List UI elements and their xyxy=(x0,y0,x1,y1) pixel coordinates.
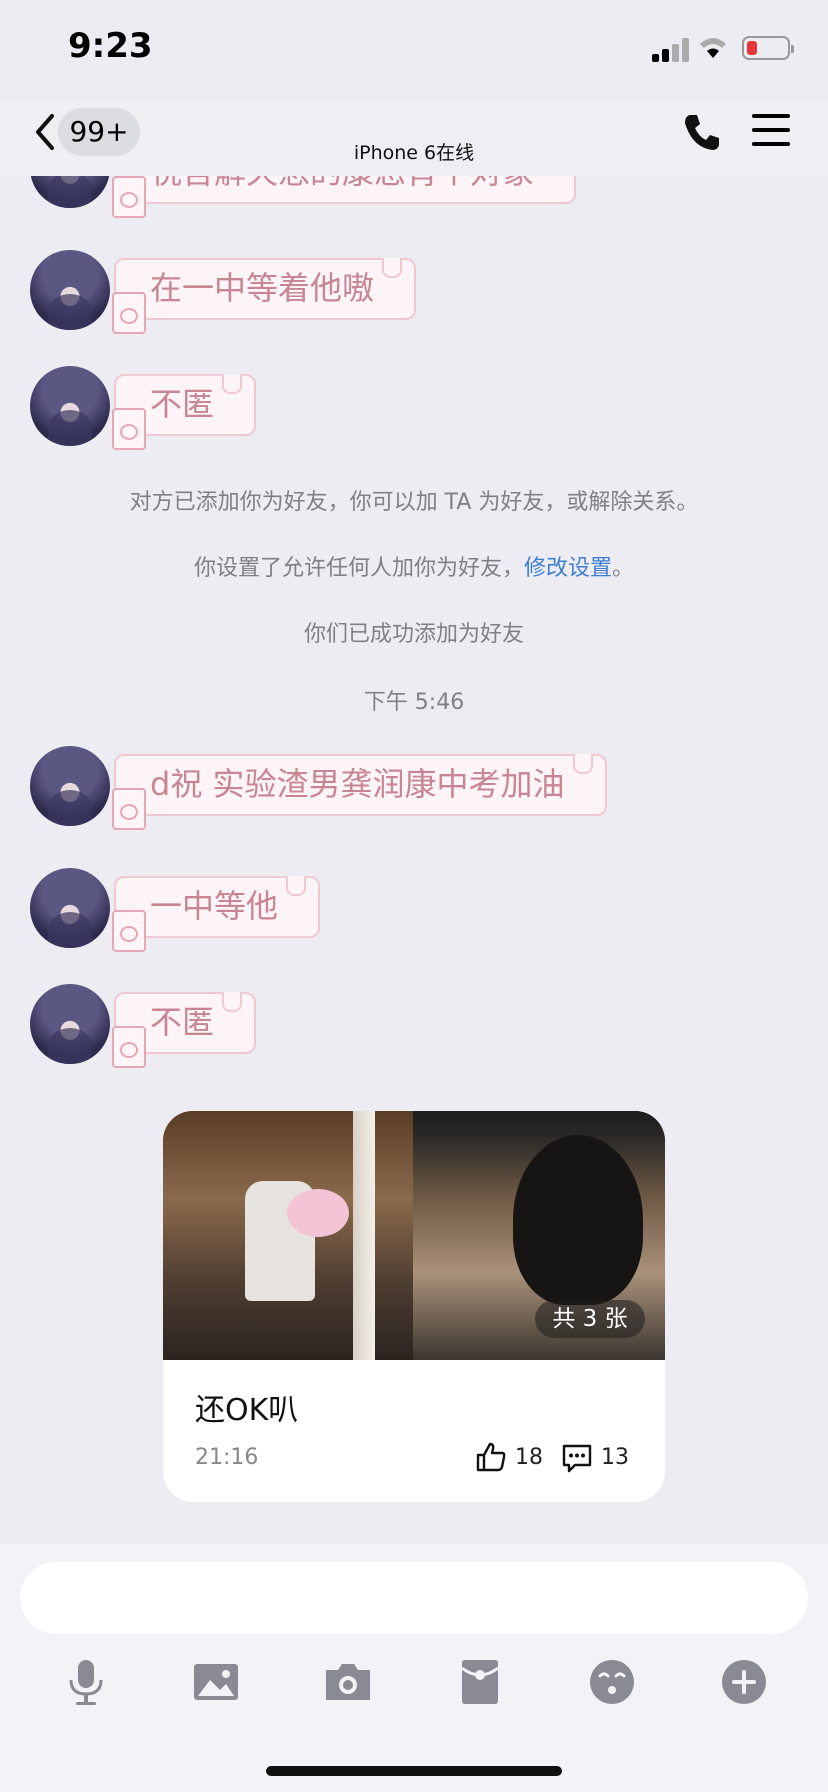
friend-success-notice: 你们已成功添加为好友 xyxy=(303,622,524,647)
thumbs-up-icon[interactable] xyxy=(475,1441,507,1473)
avatar[interactable] xyxy=(30,250,110,330)
message-bubble[interactable]: 一中等他 xyxy=(112,876,321,952)
avatar[interactable] xyxy=(30,868,110,948)
timestamp: 下午 5:46 xyxy=(363,690,465,715)
message-text: 不匿 xyxy=(150,1003,215,1041)
drip-decoration xyxy=(222,374,243,394)
post-photo xyxy=(163,1111,413,1360)
input-area xyxy=(0,1544,828,1792)
comment-icon[interactable] xyxy=(561,1443,593,1473)
milk-carton-icon xyxy=(112,176,146,218)
post-time: 21:16 xyxy=(195,1445,259,1470)
message-bubble[interactable]: 不匿 xyxy=(112,374,257,450)
message-text: d祝 实验渣男龚润康中考加油 xyxy=(150,765,565,803)
friend-added-notice: 对方已添加你为好友，你可以加 TA 为好友，或解除关系。 xyxy=(129,490,699,515)
milk-carton-icon xyxy=(112,408,146,450)
menu-icon[interactable] xyxy=(752,114,790,150)
milk-carton-icon xyxy=(112,292,146,334)
permission-notice: 你设置了允许任何人加你为好友，修改设置。 xyxy=(0,550,828,582)
message-bubble[interactable]: 不匿 xyxy=(112,992,257,1068)
message-bubble[interactable]: d祝 实验渣男龚润康中考加油 xyxy=(112,754,607,830)
message-bubble[interactable]: 在一中等着他嗷 xyxy=(112,258,417,334)
bear-sticker xyxy=(287,1189,349,1237)
drip-decoration xyxy=(222,992,243,1012)
modify-settings-link[interactable]: 修改设置 xyxy=(524,556,612,581)
post-image-preview[interactable]: 共 3 张 xyxy=(163,1111,665,1360)
message-text: 不匿 xyxy=(150,385,215,423)
milk-carton-icon xyxy=(112,910,146,952)
milk-carton-icon xyxy=(112,788,146,830)
shared-post-card[interactable]: 共 3 张 还OK叭 21:16 18 13 xyxy=(163,1111,665,1502)
red-packet-icon[interactable] xyxy=(454,1656,506,1708)
avatar[interactable] xyxy=(30,746,110,826)
drip-decoration xyxy=(286,876,307,896)
message-input[interactable] xyxy=(20,1562,808,1634)
message-text: 在一中等着他嗷 xyxy=(150,269,375,307)
comment-count: 13 xyxy=(601,1445,629,1470)
camera-icon[interactable] xyxy=(322,1656,374,1708)
drip-decoration xyxy=(572,754,593,774)
milk-carton-icon xyxy=(112,1026,146,1068)
home-indicator xyxy=(266,1766,562,1776)
like-count: 18 xyxy=(515,1445,543,1470)
image-count-badge: 共 3 张 xyxy=(535,1300,645,1338)
avatar[interactable] xyxy=(30,984,110,1064)
message-text: 一中等他 xyxy=(150,887,279,925)
message-feed[interactable]: 祝吾解天悉的康您宵个对象 在一中等着他嗷 不匿 对方已添加你为好友，你可以加 T… xyxy=(0,0,828,1530)
drip-decoration xyxy=(382,258,403,278)
permission-text: 你设置了允许任何人加你为好友， xyxy=(193,556,524,581)
emoji-icon[interactable] xyxy=(586,1656,638,1708)
microphone-icon[interactable] xyxy=(60,1656,112,1708)
chat-header: 99+ iPhone 6在线 xyxy=(0,100,828,176)
phone-icon[interactable] xyxy=(680,110,724,154)
plus-icon[interactable] xyxy=(718,1656,770,1708)
permission-suffix: 。 xyxy=(612,556,635,581)
avatar[interactable] xyxy=(30,366,110,446)
image-icon[interactable] xyxy=(190,1656,242,1708)
post-title: 还OK叭 xyxy=(195,1393,299,1428)
